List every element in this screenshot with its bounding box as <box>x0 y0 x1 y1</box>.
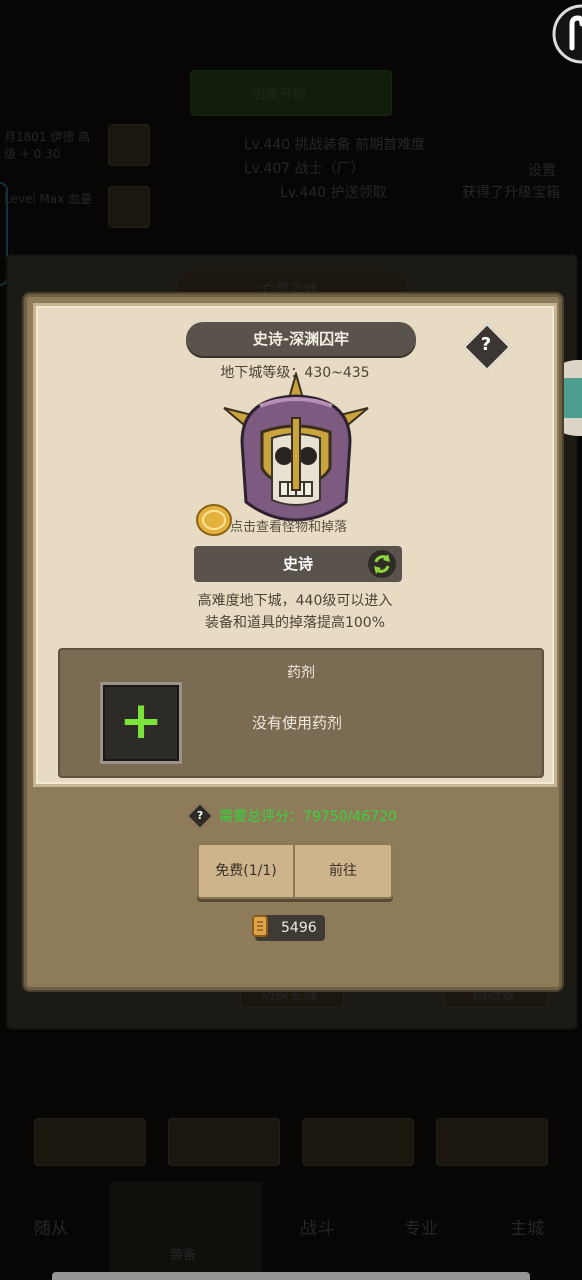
potion-panel: 药剂 + 没有使用药剂 <box>58 648 544 778</box>
scroll-icon <box>251 913 269 939</box>
question-icon: ? <box>480 334 492 355</box>
go-button[interactable]: 前往 <box>295 845 391 897</box>
score-requirement: ? 需要总评分：79750/46720 <box>27 804 559 828</box>
dungeon-title-banner: 史诗-深渊囚牢 <box>186 322 416 356</box>
gold-coin-icon <box>196 504 232 536</box>
dungeon-card: 史诗-深渊囚牢 ? 地下城等级：430~435 点击查看怪物和掉落 史诗 高难度… <box>33 303 557 787</box>
skull-helmet-icon <box>223 370 369 522</box>
cost-display: 5496 <box>252 915 325 941</box>
plus-icon: + <box>119 691 163 751</box>
dungeon-modal: 史诗-深渊囚牢 ? 地下城等级：430~435 点击查看怪物和掉落 史诗 高难度… <box>24 294 562 990</box>
free-entry-button[interactable]: 免费(1/1) <box>199 845 295 897</box>
description-line-2: 装备和道具的掉落提高100% <box>204 615 386 631</box>
fab-icon-shape <box>552 4 582 64</box>
monster-drop-hint[interactable]: 点击查看怪物和掉落 <box>230 516 347 535</box>
potion-title: 药剂 <box>287 665 315 681</box>
cycle-icon[interactable] <box>368 550 396 578</box>
cost-value: 5496 <box>281 920 317 936</box>
potion-slot[interactable]: + <box>100 682 182 764</box>
help-button[interactable]: ? <box>462 322 512 372</box>
description-line-1: 高难度地下城，440级可以进入 <box>197 593 393 609</box>
action-buttons: 免费(1/1) 前往 <box>197 843 393 899</box>
fab-icon[interactable] <box>552 4 582 66</box>
boss-portrait[interactable] <box>222 370 370 524</box>
potion-status: 没有使用药剂 <box>252 714 343 732</box>
score-label: 需要总评分：79750/46720 <box>219 809 397 825</box>
score-help-button[interactable]: ? <box>188 804 212 828</box>
difficulty-label: 史诗 <box>282 555 313 573</box>
difficulty-selector[interactable]: 史诗 <box>194 546 402 582</box>
score-question-icon: ? <box>196 809 204 822</box>
